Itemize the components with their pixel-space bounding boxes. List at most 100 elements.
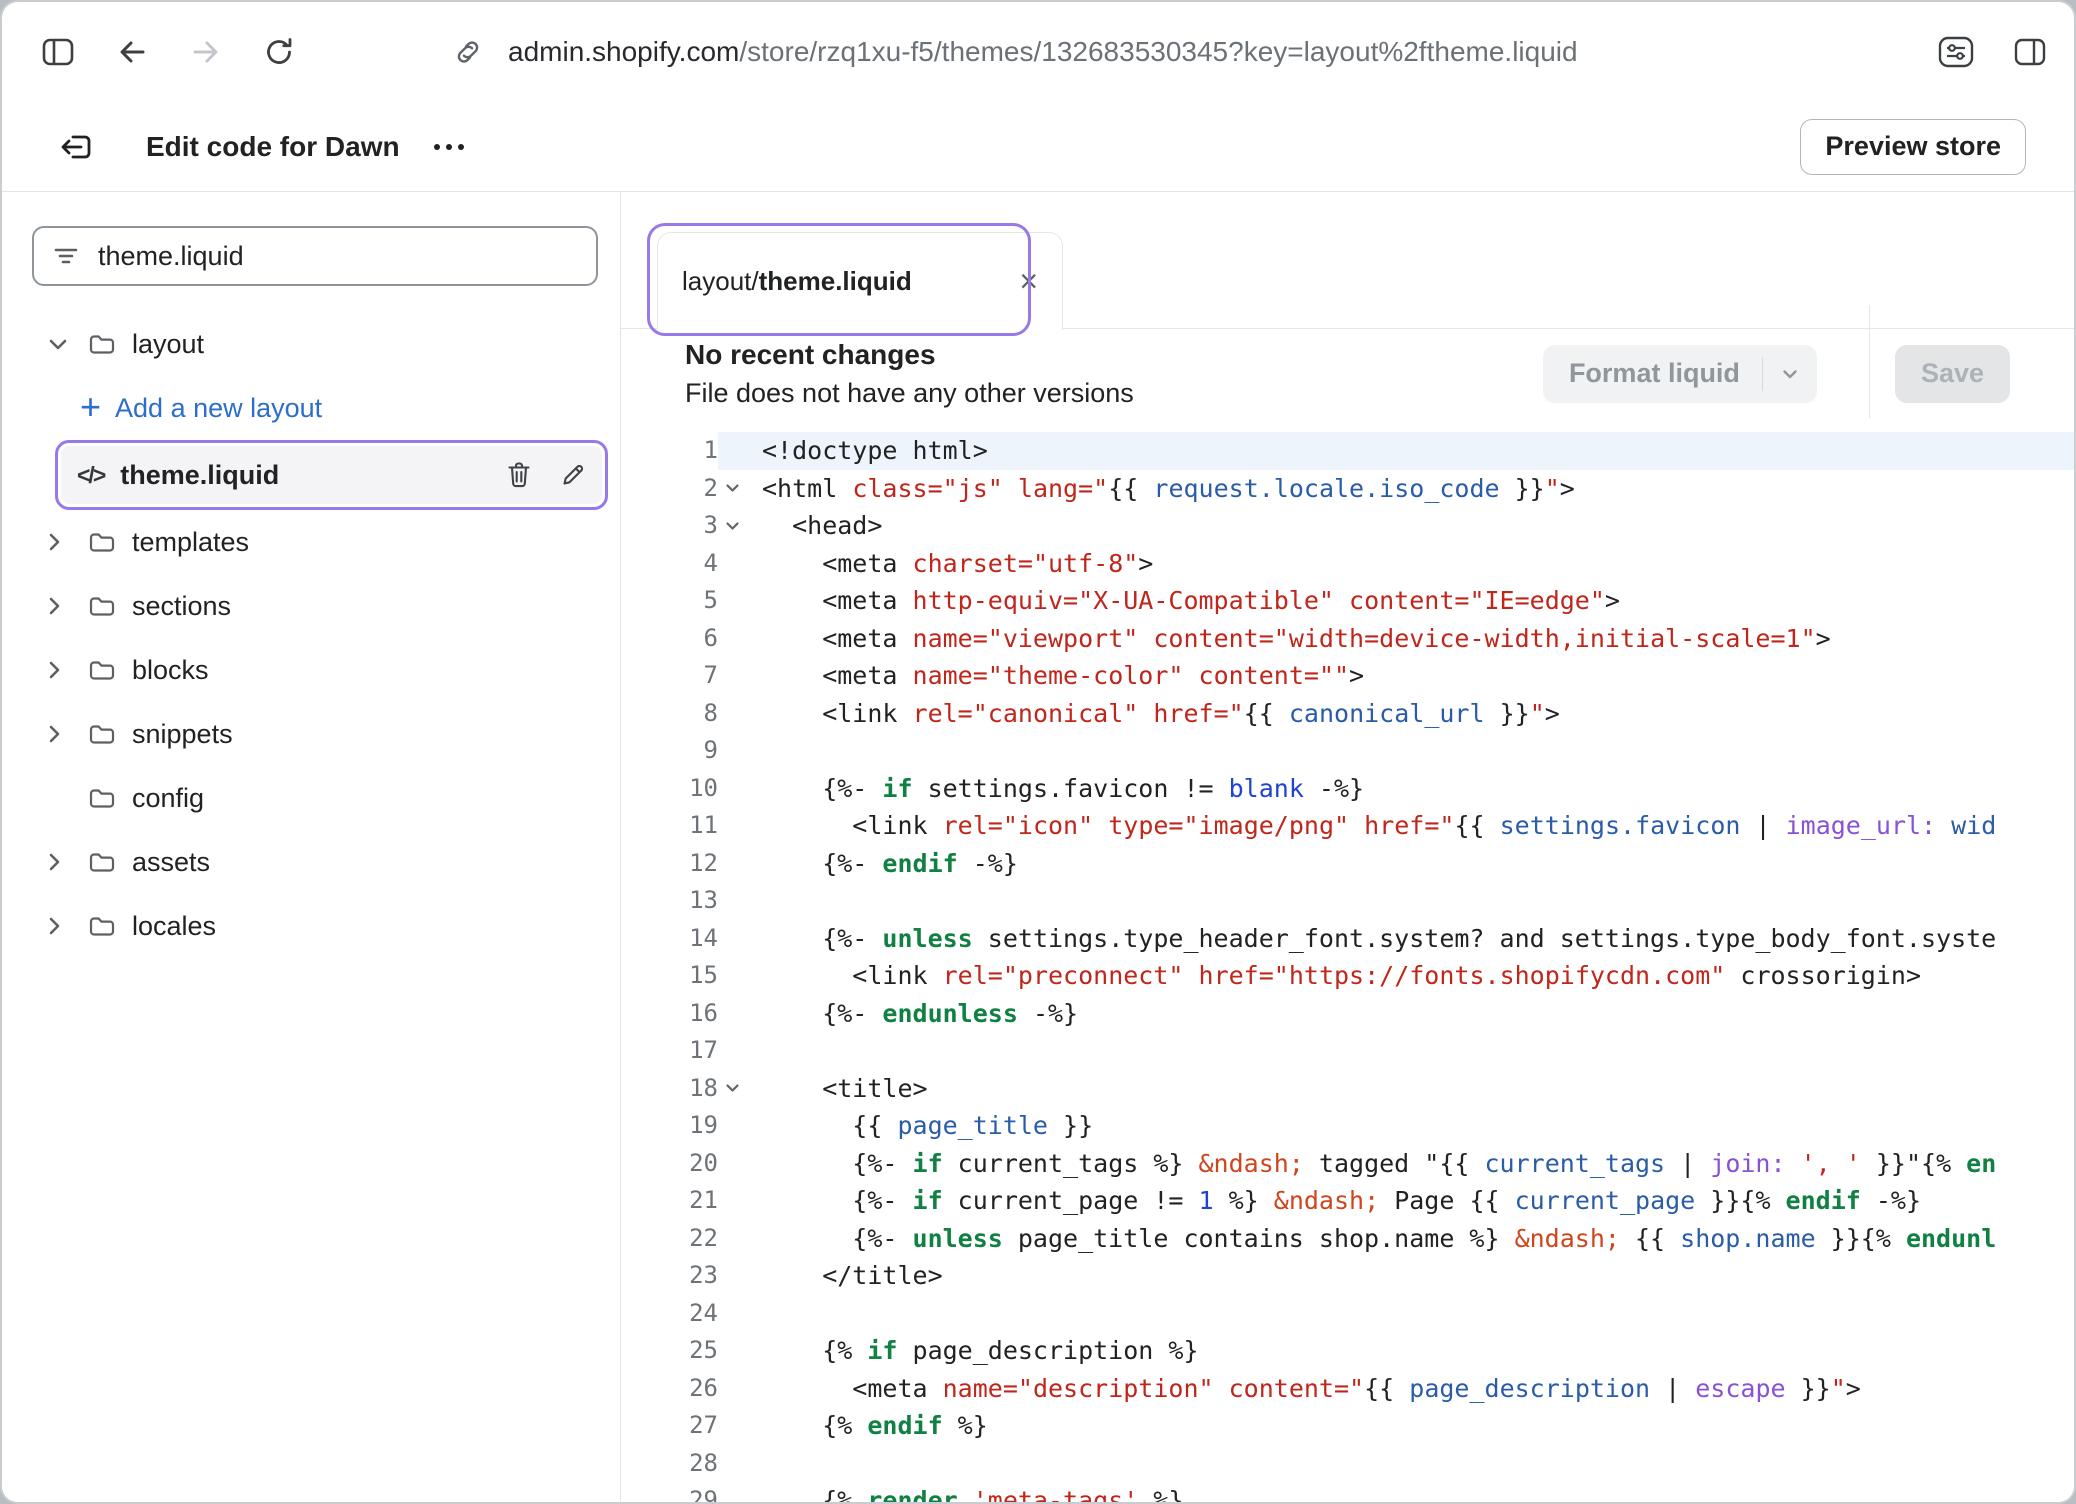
code-line-text[interactable]: <meta http-equiv="X-UA-Compatible" conte… [762,582,2074,620]
browser-settings-icon[interactable] [1938,36,1974,68]
code-line-text[interactable]: <meta name="theme-color" content=""> [762,657,2074,695]
sidebar-item-sections[interactable]: sections [2,574,620,638]
line-number: 18 [621,1070,718,1108]
url-path: /store/rzq1xu-f5/themes/132683530345?key… [739,36,1577,67]
save-button[interactable]: Save [1895,345,2010,403]
chevron-right-icon[interactable] [48,532,61,552]
code-line-text[interactable]: {%- unless page_title contains shop.name… [762,1220,2074,1258]
tab-strip: layout/theme.liquid × [621,192,2074,329]
folder-icon [88,914,116,938]
code-line-text[interactable]: <link rel="preconnect" href="https://fon… [762,957,2074,995]
sidebar-item-locales[interactable]: locales [2,894,620,958]
code-line-text[interactable]: {% render 'meta-tags' %} [762,1482,2074,1502]
fold-slot [718,845,762,883]
code-line: 28 [621,1445,2074,1483]
code-editor[interactable]: 1<!doctype html>2<html class="js" lang="… [621,418,2074,1502]
preview-store-button[interactable]: Preview store [1800,119,2026,175]
sidebar-item-blocks[interactable]: blocks [2,638,620,702]
code-line-text[interactable]: <html class="js" lang="{{ request.locale… [762,470,2074,508]
sidebar-item-theme-liquid[interactable]: </>theme.liquid [61,446,602,504]
tab-file-name: theme.liquid [759,266,912,296]
fold-icon[interactable] [718,470,762,508]
code-line-text[interactable]: <link rel="icon" type="image/png" href="… [762,807,2074,845]
chevron-right-icon[interactable] [48,852,61,872]
code-line-text[interactable]: </title> [762,1257,2074,1295]
sidebar-item-snippets[interactable]: snippets [2,702,620,766]
code-line-text[interactable] [762,1445,2074,1483]
link-icon [454,38,482,66]
fold-icon[interactable] [718,507,762,545]
pencil-icon[interactable] [560,462,586,488]
code-line: 25 {% if page_description %} [621,1332,2074,1370]
code-line: 15 <link rel="preconnect" href="https://… [621,957,2074,995]
sidebar-item-layout[interactable]: layout [2,312,620,376]
fold-slot [718,1445,762,1483]
folder-label: locales [132,911,216,942]
close-icon[interactable]: × [1019,265,1038,297]
add-new-layout-button[interactable]: +Add a new layout [2,376,620,440]
code-line-text[interactable]: {%- endif -%} [762,845,2074,883]
line-number: 26 [621,1370,718,1408]
code-line-text[interactable] [762,1032,2074,1070]
fold-slot [718,1182,762,1220]
fold-icon[interactable] [718,1070,762,1108]
exit-icon[interactable] [58,130,94,164]
code-line: 18 <title> [621,1070,2074,1108]
folder-icon [88,786,116,810]
trash-icon[interactable] [506,461,532,489]
code-line-text[interactable] [762,732,2074,770]
code-line: 10 {%- if settings.favicon != blank -%} [621,770,2074,808]
reload-icon[interactable] [264,37,294,67]
file-filter-input[interactable] [96,240,578,273]
code-line-text[interactable]: <title> [762,1070,2074,1108]
format-liquid-button[interactable]: Format liquid [1543,345,1817,403]
forward-icon[interactable] [190,36,222,68]
chevron-right-icon[interactable] [48,916,61,936]
sidebar-item-assets[interactable]: assets [2,830,620,894]
fold-slot [718,1332,762,1370]
folder-icon [88,658,116,682]
code-line-text[interactable]: <link rel="canonical" href="{{ canonical… [762,695,2074,733]
code-line-text[interactable]: {%- endunless -%} [762,995,2074,1033]
sidebar-right-icon[interactable] [2014,38,2046,66]
chevron-down-icon[interactable] [48,338,68,351]
code-line: 6 <meta name="viewport" content="width=d… [621,620,2074,658]
code-line-text[interactable]: {% endif %} [762,1407,2074,1445]
code-line-text[interactable]: {%- if current_tags %} &ndash; tagged "{… [762,1145,2074,1183]
folder-label: layout [132,329,204,360]
code-line-text[interactable] [762,1295,2074,1333]
chevron-slot [48,660,78,680]
line-number: 5 [621,582,718,620]
code-line-text[interactable]: {% if page_description %} [762,1332,2074,1370]
code-line-text[interactable]: {%- unless settings.type_header_font.sys… [762,920,2074,958]
folder-icon [88,722,116,746]
fold-slot [718,1482,762,1502]
file-search-box[interactable] [32,226,598,286]
code-line-text[interactable]: {{ page_title }} [762,1107,2074,1145]
fold-slot [718,882,762,920]
page-title: Edit code for Dawn [146,131,400,163]
code-line-text[interactable]: <meta name="viewport" content="width=dev… [762,620,2074,658]
code-line-text[interactable]: <meta name="description" content="{{ pag… [762,1370,2074,1408]
code-line-text[interactable]: <meta charset="utf-8"> [762,545,2074,583]
line-number: 13 [621,882,718,920]
code-line-text[interactable]: <head> [762,507,2074,545]
back-icon[interactable] [116,36,148,68]
address-bar[interactable]: admin.shopify.com/store/rzq1xu-f5/themes… [454,36,1918,68]
chevron-right-icon[interactable] [48,596,61,616]
sidebar-item-config[interactable]: config [2,766,620,830]
panel-left-icon[interactable] [42,38,74,66]
version-header: No recent changes File does not have any… [621,329,2074,418]
chevron-right-icon[interactable] [48,724,61,744]
code-line-text[interactable]: <!doctype html> [762,432,2074,470]
code-line: 5 <meta http-equiv="X-UA-Compatible" con… [621,582,2074,620]
code-line-text[interactable] [762,882,2074,920]
code-line-text[interactable]: {%- if current_page != 1 %} &ndash; Page… [762,1182,2074,1220]
code-line: 21 {%- if current_page != 1 %} &ndash; P… [621,1182,2074,1220]
tab-theme-liquid[interactable]: layout/theme.liquid × [657,232,1063,330]
more-menu-icon[interactable] [432,143,466,151]
chevron-right-icon[interactable] [48,660,61,680]
caret-down-icon[interactable] [1762,357,1817,391]
code-line-text[interactable]: {%- if settings.favicon != blank -%} [762,770,2074,808]
sidebar-item-templates[interactable]: templates [2,510,620,574]
